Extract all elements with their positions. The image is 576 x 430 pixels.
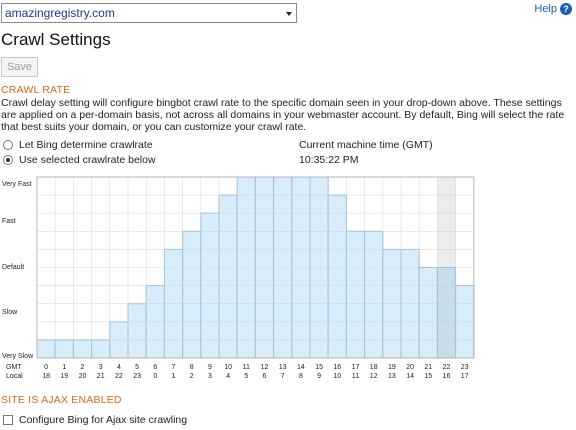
gmt-hour-label: 17 bbox=[352, 364, 360, 371]
chart-bar[interactable] bbox=[218, 194, 238, 359]
gmt-hour-label: 9 bbox=[208, 364, 212, 371]
chart-bar[interactable] bbox=[182, 230, 202, 359]
local-hour-label: 12 bbox=[370, 373, 378, 380]
gmt-hour-label: 21 bbox=[424, 364, 432, 371]
chart-bar[interactable] bbox=[345, 230, 366, 359]
gmt-hour-label: 0 bbox=[44, 364, 48, 371]
gmt-hour-label: 3 bbox=[99, 364, 103, 371]
gmt-hour-label: 5 bbox=[135, 364, 139, 371]
local-hour-label: 8 bbox=[299, 373, 303, 380]
gmt-hour-label: 12 bbox=[261, 364, 269, 371]
local-row-label: Local bbox=[6, 373, 23, 380]
local-hour-label: 22 bbox=[115, 373, 123, 380]
local-hour-label: 10 bbox=[333, 373, 341, 380]
ajax-checkbox[interactable] bbox=[3, 415, 13, 425]
local-hour-label: 19 bbox=[60, 373, 68, 380]
chart-bar[interactable] bbox=[54, 339, 74, 359]
gmt-hour-label: 6 bbox=[153, 364, 157, 371]
local-hour-label: 13 bbox=[388, 373, 396, 380]
local-hour-label: 2 bbox=[190, 373, 194, 380]
gmt-hour-label: 22 bbox=[443, 364, 451, 371]
gmt-row-label: GMT bbox=[6, 364, 22, 371]
chart-bar[interactable] bbox=[36, 339, 56, 359]
local-hour-label: 3 bbox=[208, 373, 212, 380]
gmt-hour-label: 13 bbox=[279, 364, 287, 371]
local-hour-label: 15 bbox=[424, 373, 432, 380]
gmt-hour-label: 2 bbox=[81, 364, 85, 371]
gmt-hour-label: 18 bbox=[370, 364, 378, 371]
chart-bar[interactable] bbox=[418, 267, 438, 359]
gmt-hour-label: 11 bbox=[243, 364, 250, 371]
gmt-hour-label: 19 bbox=[388, 364, 396, 371]
local-hour-label: 6 bbox=[263, 373, 267, 380]
local-hour-label: 9 bbox=[317, 373, 321, 380]
gmt-hour-label: 10 bbox=[224, 364, 232, 371]
gmt-hour-label: 20 bbox=[406, 364, 414, 371]
chart-bar[interactable] bbox=[72, 339, 93, 359]
gmt-hour-label: 16 bbox=[333, 364, 341, 371]
chart-bar[interactable] bbox=[327, 194, 347, 359]
local-hour-label: 16 bbox=[443, 373, 451, 380]
local-hour-label: 0 bbox=[153, 373, 157, 380]
local-hour-label: 14 bbox=[406, 373, 414, 380]
local-hour-label: 20 bbox=[79, 373, 87, 380]
chart-bar[interactable] bbox=[91, 339, 111, 359]
local-hour-label: 17 bbox=[461, 373, 469, 380]
local-hour-label: 21 bbox=[97, 373, 105, 380]
local-hour-label: 18 bbox=[42, 373, 50, 380]
local-hour-label: 23 bbox=[133, 373, 141, 380]
gmt-hour-label: 15 bbox=[315, 364, 323, 371]
chart-bar[interactable] bbox=[127, 303, 147, 359]
gmt-hour-label: 7 bbox=[172, 364, 176, 371]
gmt-hour-label: 4 bbox=[117, 364, 121, 371]
chart-bar[interactable] bbox=[436, 267, 457, 359]
gmt-hour-label: 23 bbox=[461, 364, 469, 371]
gmt-hour-label: 14 bbox=[297, 364, 305, 371]
local-hour-label: 1 bbox=[172, 373, 176, 380]
local-hour-label: 5 bbox=[244, 373, 248, 380]
local-hour-label: 11 bbox=[352, 373, 359, 380]
ajax-checkbox-row[interactable]: Configure Bing for Ajax site crawling bbox=[3, 414, 187, 426]
gmt-hour-label: 8 bbox=[190, 364, 194, 371]
ajax-heading: SITE IS AJAX ENABLED bbox=[1, 394, 122, 406]
ajax-checkbox-label: Configure Bing for Ajax site crawling bbox=[19, 414, 188, 426]
gmt-hour-label: 1 bbox=[62, 364, 66, 371]
chart-bar[interactable] bbox=[364, 230, 384, 359]
local-hour-label: 4 bbox=[226, 373, 230, 380]
crawl-rate-chart[interactable]: GMTLocal01811922032142252360718293104115… bbox=[0, 0, 576, 430]
local-hour-label: 7 bbox=[281, 373, 285, 380]
